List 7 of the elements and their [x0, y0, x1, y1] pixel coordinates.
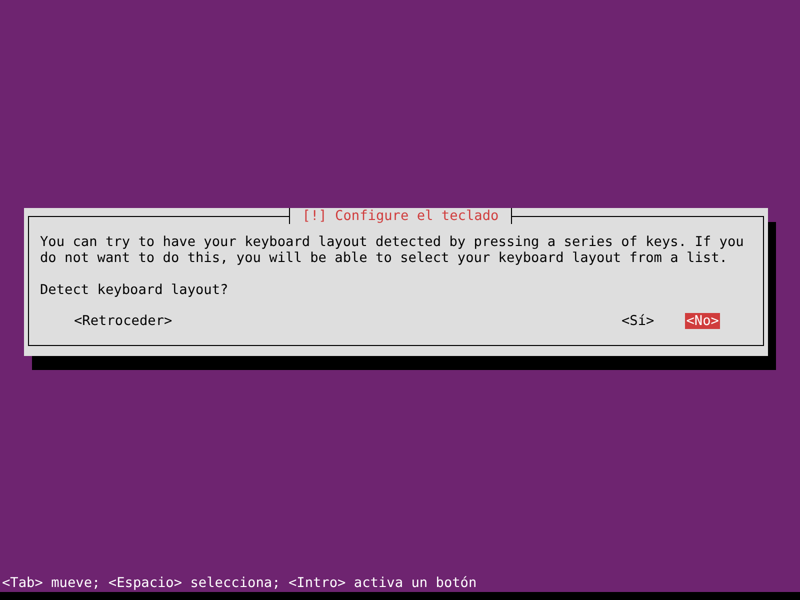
- dialog-message: You can try to have your keyboard layout detected by pressing a series of keys. If you do not want to do this, you will be able to select your keyboard layout from a list.: [40, 234, 745, 266]
- key-hint-text: <Tab> mueve; <Espacio> selecciona; <Intro> activa un botón: [1, 575, 478, 592]
- dialog-title: [!] Configure el teclado: [289, 208, 512, 224]
- dialog-button[interactable]: <No>: [685, 313, 720, 329]
- dialog-button[interactable]: <Sí>: [620, 313, 656, 329]
- dialog-question: Detect keyboard layout?: [40, 282, 230, 298]
- dialog-button[interactable]: <Retroceder>: [73, 313, 174, 329]
